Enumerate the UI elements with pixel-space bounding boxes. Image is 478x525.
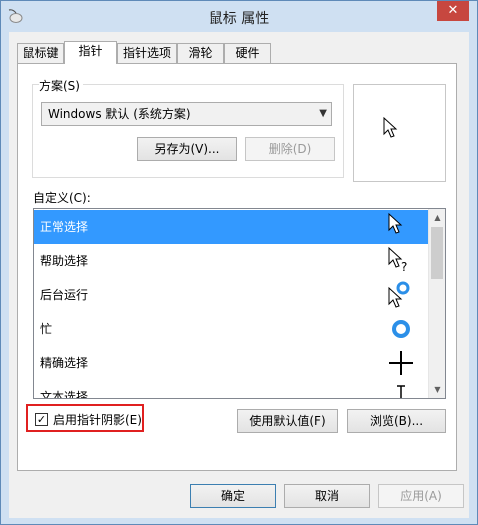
list-item-help-select[interactable]: 帮助选择 ?: [34, 244, 429, 278]
cursor-preview-box: [353, 84, 446, 182]
tab-pointers[interactable]: 指针: [64, 41, 117, 64]
list-item-precision-select[interactable]: 精确选择: [34, 346, 429, 380]
busy-cursor-icon: [392, 320, 410, 338]
help-cursor-icon: ?: [388, 246, 407, 274]
arrow-cursor-icon: [388, 212, 403, 234]
list-scrollbar[interactable]: ▲ ▼: [428, 209, 445, 398]
working-background-cursor-icon: [388, 281, 410, 308]
list-item-label: 文本选择: [40, 390, 89, 399]
list-item-busy[interactable]: 忙: [34, 312, 429, 346]
tab-label: 鼠标键: [22, 46, 59, 60]
arrow-cursor-icon: [383, 117, 398, 138]
tab-label: 指针选项: [122, 46, 171, 60]
text-cursor-icon: [397, 385, 405, 398]
list-item-label: 后台运行: [40, 288, 89, 302]
customize-label: 自定义(C):: [33, 191, 91, 205]
scheme-select-value: Windows 默认 (系统方案): [48, 107, 191, 121]
tab-label: 硬件: [235, 46, 260, 60]
use-default-button[interactable]: 使用默认值(F): [237, 409, 338, 433]
shadow-checkbox-highlight: ✓ 启用指针阴影(E): [26, 404, 144, 432]
browse-button[interactable]: 浏览(B)...: [347, 409, 446, 433]
tab-pointer-options[interactable]: 指针选项: [117, 43, 177, 63]
chevron-down-icon: ▼: [319, 108, 327, 119]
enable-pointer-shadow-label: 启用指针阴影(E): [53, 413, 142, 427]
tab-label: 指针: [78, 44, 103, 58]
enable-pointer-shadow-checkbox[interactable]: ✓: [35, 413, 48, 426]
scheme-select[interactable]: Windows 默认 (系统方案) ▼: [41, 102, 332, 126]
svg-text:?: ?: [401, 260, 407, 274]
apply-button[interactable]: 应用(A): [378, 484, 464, 508]
list-item-label: 帮助选择: [40, 254, 89, 268]
window-title: 鼠标 属性: [208, 11, 270, 27]
mouse-properties-window: 鼠标 属性 ✕ 鼠标键 指针 指针选项 滑轮 硬件 方案(S) Windows …: [0, 0, 478, 525]
scroll-up-icon[interactable]: ▲: [429, 209, 445, 226]
scroll-thumb[interactable]: [431, 227, 443, 279]
list-item-label: 精确选择: [40, 356, 89, 370]
crosshair-cursor-icon: [389, 351, 413, 375]
save-as-button[interactable]: 另存为(V)...: [137, 137, 237, 161]
cursor-list[interactable]: 正常选择 帮助选择 ? 后台运行 忙 精确选择 文本选择 ▲ ▼: [33, 208, 446, 399]
list-item-text-select[interactable]: 文本选择: [34, 380, 429, 399]
list-item-label: 正常选择: [40, 220, 89, 234]
close-icon: ✕: [447, 3, 459, 18]
tab-buttons[interactable]: 鼠标键: [17, 43, 64, 63]
title-bar[interactable]: 鼠标 属性 ✕: [1, 1, 477, 33]
cancel-button[interactable]: 取消: [284, 484, 370, 508]
list-item-working-background[interactable]: 后台运行: [34, 278, 429, 312]
tab-wheel[interactable]: 滑轮: [177, 43, 224, 63]
ok-button[interactable]: 确定: [190, 484, 276, 508]
list-item-label: 忙: [40, 322, 53, 336]
scheme-group-label: 方案(S): [39, 77, 83, 94]
scroll-down-icon[interactable]: ▼: [429, 381, 445, 398]
scheme-group: [32, 84, 344, 178]
tab-label: 滑轮: [188, 46, 213, 60]
list-item-normal-select[interactable]: 正常选择: [34, 210, 429, 244]
tab-hardware[interactable]: 硬件: [224, 43, 271, 63]
close-button[interactable]: ✕: [437, 1, 469, 21]
delete-button[interactable]: 删除(D): [245, 137, 335, 161]
